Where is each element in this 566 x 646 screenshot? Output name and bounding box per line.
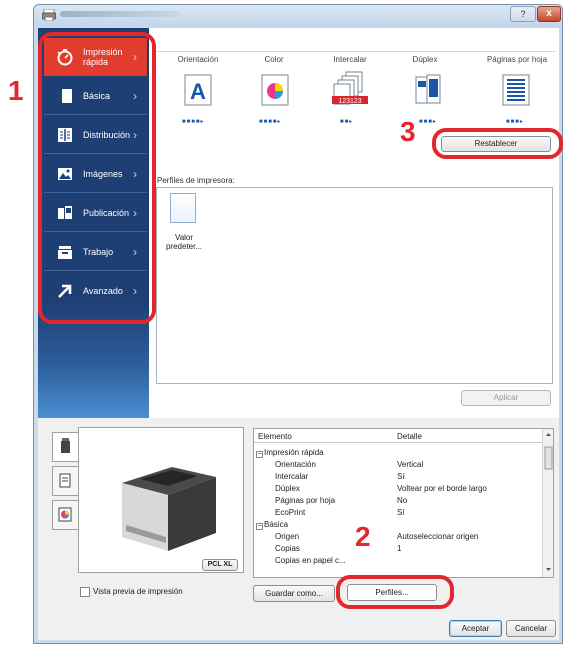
pages-per-sheet-icon[interactable]	[502, 74, 530, 106]
printer-illustration	[122, 467, 216, 551]
pdl-badge: PCL XL	[202, 559, 238, 571]
printer-app-icon	[42, 9, 56, 21]
collapse-icon[interactable]: −	[256, 451, 263, 458]
column-header-detalle: Detalle	[397, 432, 422, 441]
step-1-highlight	[38, 32, 156, 324]
table-row: EcoPrint Sí	[275, 508, 405, 517]
color-icon[interactable]	[261, 74, 289, 106]
header-divider	[156, 51, 556, 52]
profiles-label: Perfiles de impresora:	[157, 176, 235, 185]
printer-icon	[61, 438, 70, 453]
tab-color-preview[interactable]	[52, 500, 78, 530]
save-as-button[interactable]: Guardar como...	[253, 585, 335, 602]
table-row: Copias 1	[275, 544, 402, 553]
collapse-icon[interactable]: −	[256, 523, 263, 530]
table-row: Páginas por hoja No	[275, 496, 408, 505]
table-row: Copias en papel c...	[275, 556, 346, 565]
table-row: Dúplex Voltear por el borde largo	[275, 484, 487, 493]
orientation-letter: A	[190, 79, 206, 104]
cancel-button[interactable]: Cancelar	[506, 620, 556, 637]
table-row: − Básica	[256, 520, 289, 530]
step-2-label: 2	[355, 521, 371, 552]
collate-options-indicator: ■■▸	[340, 119, 354, 125]
profiles-list	[156, 187, 553, 384]
column-header-duplex: Dúplex	[412, 55, 438, 64]
table-scrollbar[interactable]	[542, 429, 553, 577]
document-icon	[59, 473, 71, 488]
table-row: Origen Autoseleccionar origen	[275, 532, 479, 541]
duplex-icon[interactable]	[414, 74, 442, 106]
print-preview-checkbox[interactable]	[80, 587, 90, 597]
orientation-icon[interactable]: A	[184, 74, 212, 106]
tab-printer-preview[interactable]	[52, 432, 78, 462]
collate-numbers: 123123	[338, 98, 361, 105]
reset-button[interactable]: Restablecer	[441, 136, 551, 152]
column-header-paginas-por-hoja: Páginas por hoja	[486, 55, 548, 64]
help-button[interactable]: ?	[510, 6, 536, 22]
accept-button[interactable]: Aceptar	[449, 620, 502, 637]
table-row: Intercalar Sí	[275, 472, 405, 481]
default-profile-tile[interactable]	[170, 193, 196, 223]
window-title	[60, 11, 180, 17]
table-header: Elemento Detalle	[254, 429, 542, 443]
table-row: Orientación Vertical	[275, 460, 424, 469]
tab-page-preview[interactable]	[52, 466, 78, 496]
print-preview-label: Vista previa de impresión	[93, 587, 183, 596]
column-header-elemento: Elemento	[258, 432, 292, 441]
duplex-options-indicator: ■■■▸	[419, 119, 437, 125]
column-header-intercalar: Intercalar	[333, 55, 367, 64]
column-header-orientacion: Orientación	[177, 55, 219, 64]
column-header-color: Color	[264, 55, 284, 64]
step-1-label: 1	[8, 75, 24, 106]
apply-button[interactable]: Aplicar	[461, 390, 551, 406]
close-button[interactable]: x	[537, 6, 561, 22]
collate-icon[interactable]: 123123	[332, 70, 372, 110]
profiles-button[interactable]: Perfiles...	[347, 584, 437, 601]
table-row: − Impresión rápida	[256, 448, 324, 458]
pages-per-sheet-options-indicator: ■■■▸	[506, 119, 524, 125]
default-profile-caption: Valor predeter...	[165, 233, 203, 251]
step-3-label: 3	[400, 116, 416, 147]
color-options-indicator: ■■■■▸	[259, 119, 282, 125]
color-wheel-icon	[58, 507, 72, 522]
orientation-options-indicator: ■■■■▸	[182, 119, 205, 125]
